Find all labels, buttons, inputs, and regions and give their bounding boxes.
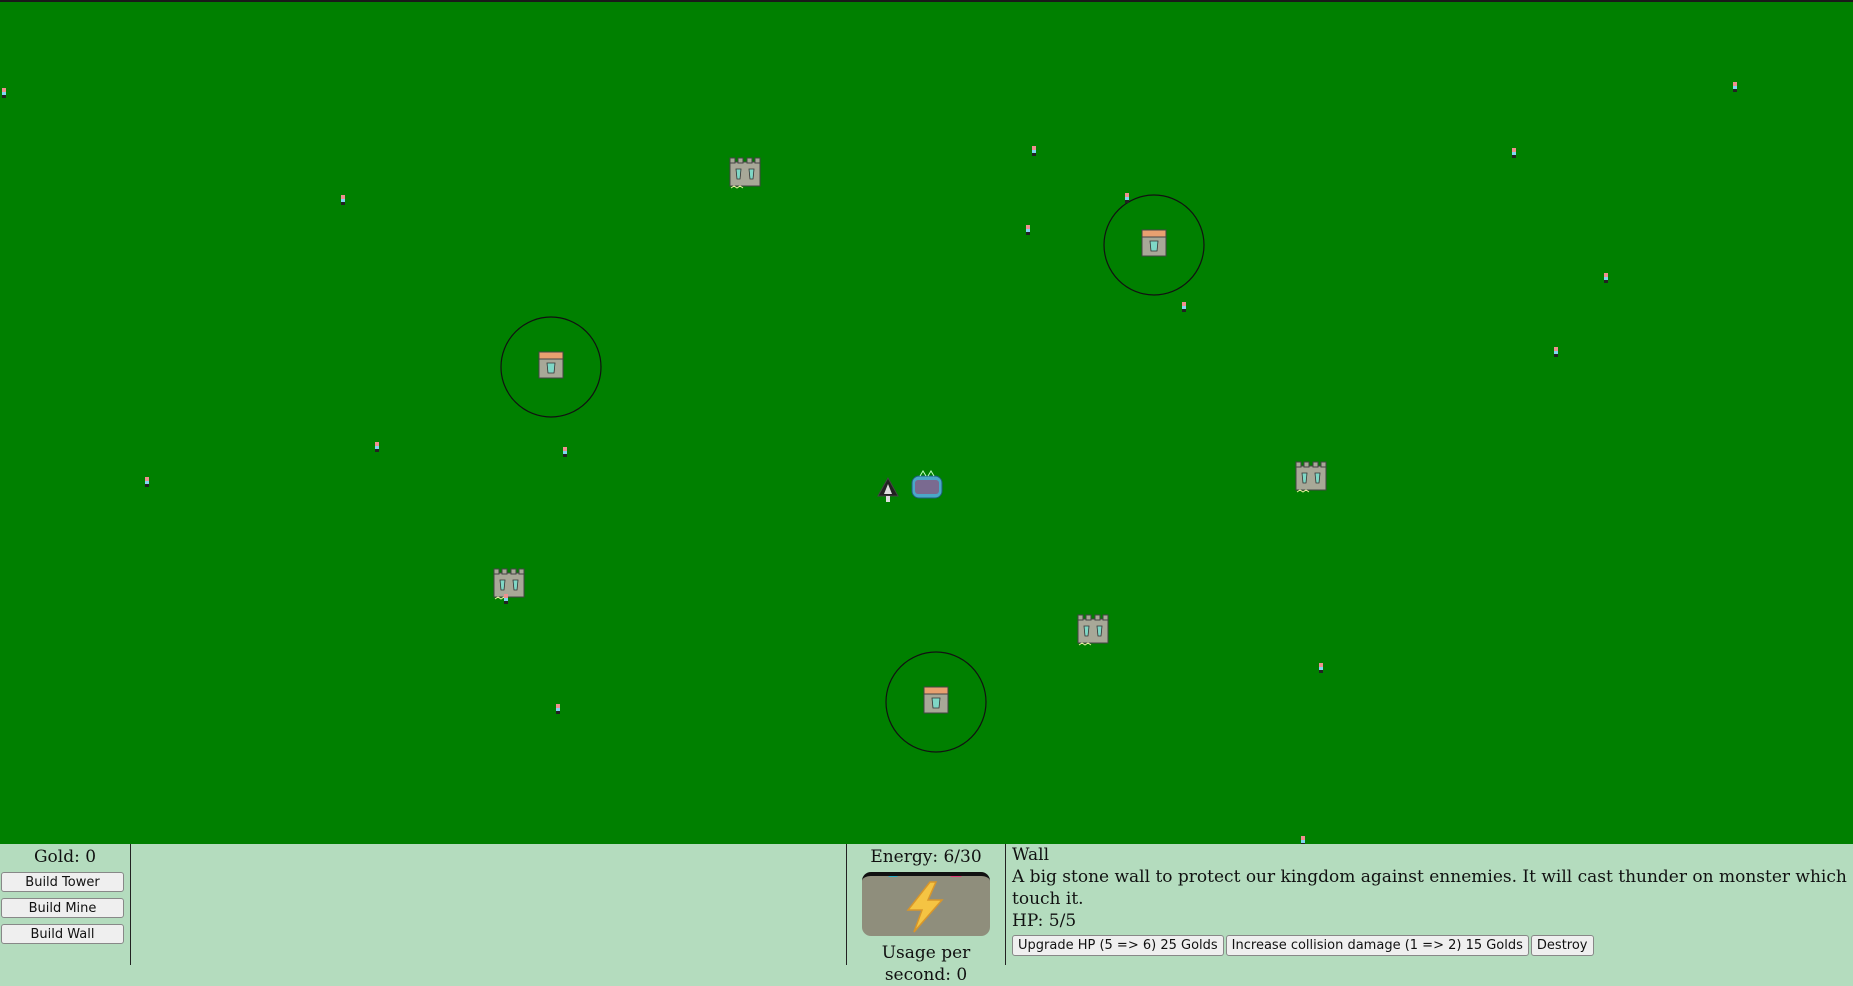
upgrade-hp-button[interactable]: Upgrade HP (5 => 6) 25 Golds: [1012, 935, 1224, 956]
selected-hp: HP: 5/5: [1012, 911, 1077, 931]
wall-building[interactable]: [493, 568, 525, 600]
gold-counter: Gold: 0: [33, 847, 97, 867]
energy-counter: Energy: 6/30: [870, 847, 982, 867]
monster-unit: [504, 594, 508, 604]
selection-info-panel: Wall A big stone wall to protect our kin…: [1006, 844, 1853, 965]
monster-unit: [1319, 663, 1323, 673]
tower-building[interactable]: [923, 686, 949, 714]
map-canvas[interactable]: [0, 2, 1853, 844]
monster-unit: [563, 447, 567, 457]
monster-unit: [1032, 146, 1036, 156]
energy-panel: Energy: 6/30 Usage per second: 0: [846, 844, 1006, 985]
wall-building[interactable]: [1295, 461, 1327, 493]
game-field[interactable]: [0, 2, 1853, 844]
wall-building[interactable]: [1077, 614, 1109, 646]
increase-damage-button[interactable]: Increase collision damage (1 => 2) 15 Go…: [1225, 935, 1529, 956]
monster-unit: [1301, 836, 1305, 844]
monster-unit: [341, 195, 345, 205]
tower-building[interactable]: [1141, 229, 1167, 257]
monster-unit: [145, 477, 149, 487]
empty-panel: [131, 844, 846, 965]
monster-unit: [375, 442, 379, 452]
build-wall-button[interactable]: Build Wall: [1, 924, 124, 944]
monster-unit: [1554, 347, 1558, 357]
wall-building[interactable]: [729, 157, 761, 189]
mine-building[interactable]: [911, 470, 943, 499]
castle-building[interactable]: [877, 476, 899, 502]
lightning-bolt-icon: [888, 872, 962, 933]
build-tower-button[interactable]: Build Tower: [1, 872, 124, 892]
monster-unit: [1604, 273, 1608, 283]
energy-box: [862, 872, 990, 936]
usage-per-second: Usage per second: 0: [881, 943, 971, 985]
monster-unit: [1125, 193, 1129, 203]
build-mine-button[interactable]: Build Mine: [1, 898, 124, 918]
monster-unit: [1026, 225, 1030, 235]
destroy-button[interactable]: Destroy: [1530, 935, 1594, 956]
monster-unit: [556, 704, 560, 714]
build-panel: Gold: 0 Build Tower Build Mine Build Wal…: [0, 844, 131, 965]
monster-unit: [1182, 302, 1186, 312]
hud-bar: Gold: 0 Build Tower Build Mine Build Wal…: [0, 844, 1853, 985]
tower-building[interactable]: [538, 351, 564, 379]
monster-unit: [2, 88, 6, 98]
selected-title: Wall: [1012, 845, 1050, 865]
monster-unit: [1733, 82, 1737, 92]
monster-unit: [1512, 148, 1516, 158]
selected-description: A big stone wall to protect our kingdom …: [1012, 867, 1847, 909]
action-row: Upgrade HP (5 => 6) 25 Golds Increase co…: [1012, 935, 1853, 956]
